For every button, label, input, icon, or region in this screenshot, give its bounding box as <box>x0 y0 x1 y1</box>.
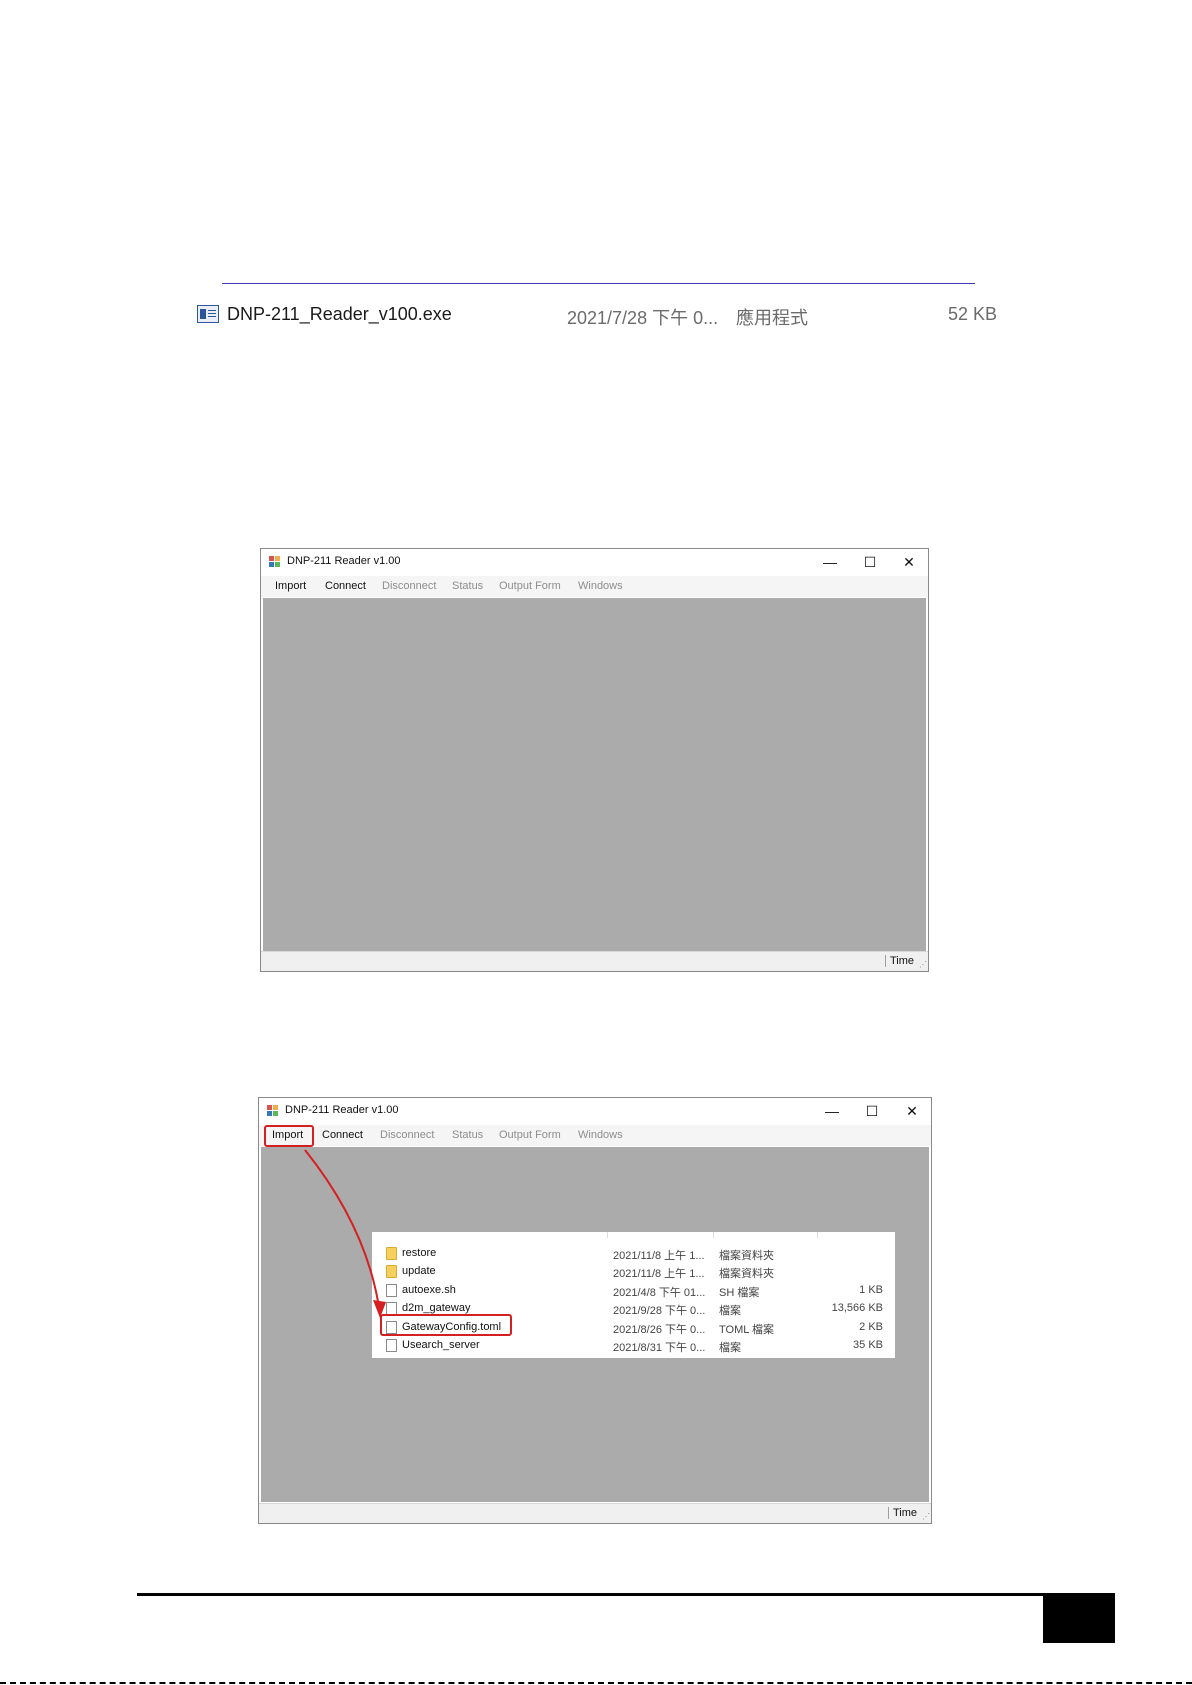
page-number-block <box>1043 1594 1115 1643</box>
footer-rule <box>137 1593 1115 1596</box>
red-arrow-icon <box>304 1149 386 1318</box>
page-bottom-border <box>0 1682 1192 1684</box>
